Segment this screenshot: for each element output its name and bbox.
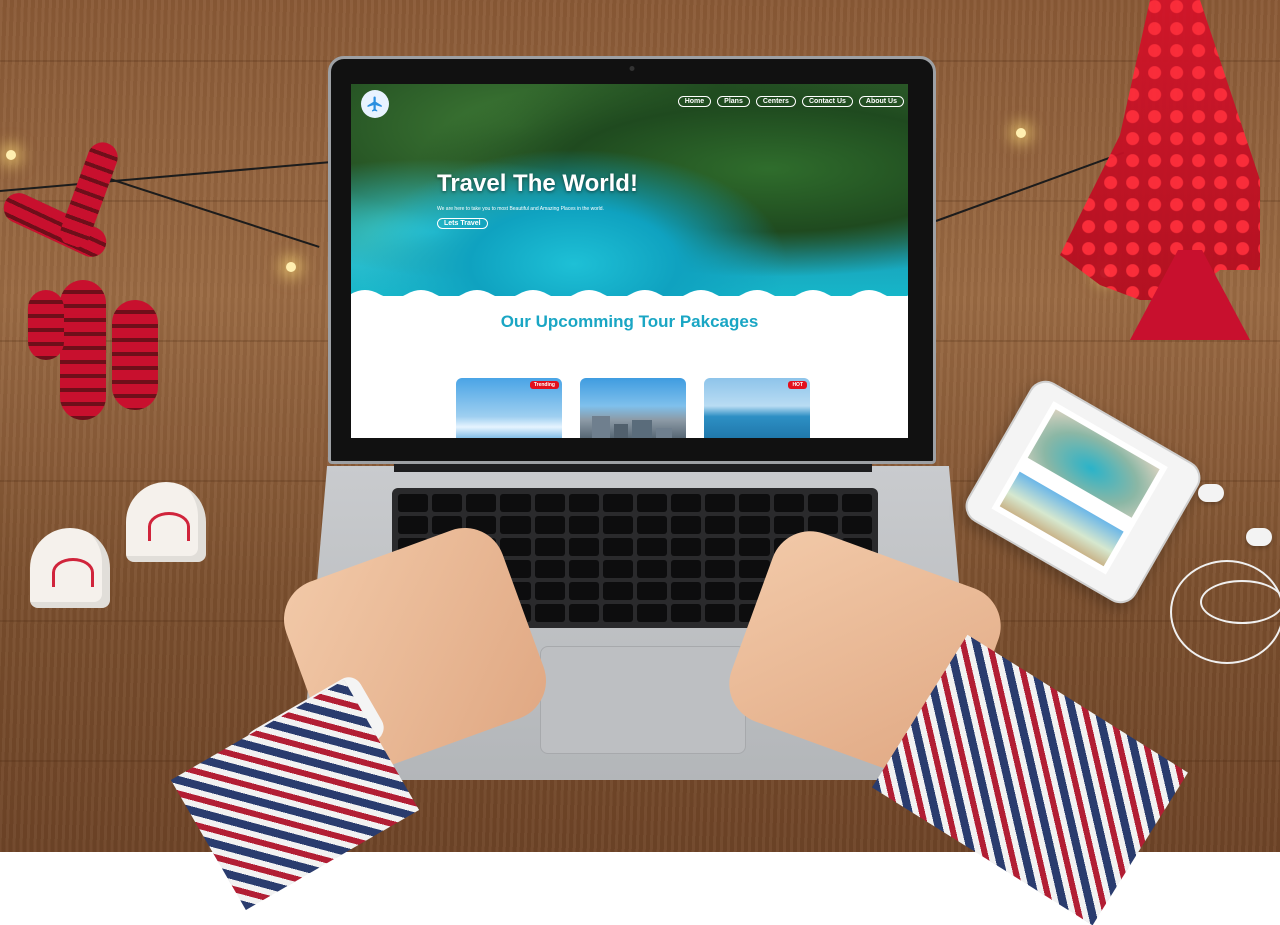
camera-icon bbox=[629, 66, 635, 71]
nav-contact-us[interactable]: Contact Us bbox=[801, 96, 853, 107]
yarn-deer-decoration bbox=[0, 138, 170, 430]
laptop-screen: Home Plans Centers Contact Us About Us T… bbox=[351, 84, 908, 438]
earbud bbox=[1198, 484, 1224, 502]
bell-ornament bbox=[126, 482, 206, 562]
hero-banner: Home Plans Centers Contact Us About Us T… bbox=[351, 84, 908, 296]
bell-ornament bbox=[30, 528, 110, 608]
site-logo[interactable] bbox=[361, 90, 389, 118]
wave-divider bbox=[351, 290, 908, 306]
tour-card[interactable] bbox=[580, 378, 686, 438]
tour-cards: Trending HOT bbox=[456, 378, 810, 438]
earphone-cable bbox=[1200, 580, 1280, 624]
nav-plans[interactable]: Plans bbox=[717, 96, 750, 107]
light-bulb bbox=[1016, 128, 1026, 138]
tour-card[interactable]: Trending bbox=[456, 378, 562, 438]
lets-travel-button[interactable]: Lets Travel bbox=[437, 218, 488, 229]
red-tree-decoration bbox=[1040, 0, 1280, 350]
tour-card[interactable]: HOT bbox=[704, 378, 810, 438]
airplane-icon bbox=[367, 96, 382, 112]
top-nav: Home Plans Centers Contact Us About Us bbox=[677, 96, 904, 107]
light-bulb bbox=[6, 150, 16, 160]
hero-subtitle: We are here to take you to most Beautifu… bbox=[437, 206, 604, 212]
trending-badge: Trending bbox=[529, 381, 559, 389]
earbud bbox=[1246, 528, 1272, 546]
light-bulb bbox=[286, 262, 296, 272]
nav-centers[interactable]: Centers bbox=[755, 96, 796, 107]
nav-home[interactable]: Home bbox=[677, 96, 712, 107]
section-title: Our Upcomming Tour Pakcages bbox=[500, 312, 759, 331]
hero-title: Travel The World! bbox=[437, 170, 638, 197]
nav-about-us[interactable]: About Us bbox=[858, 96, 904, 107]
laptop-touchpad bbox=[540, 646, 746, 754]
hot-badge: HOT bbox=[788, 381, 807, 389]
